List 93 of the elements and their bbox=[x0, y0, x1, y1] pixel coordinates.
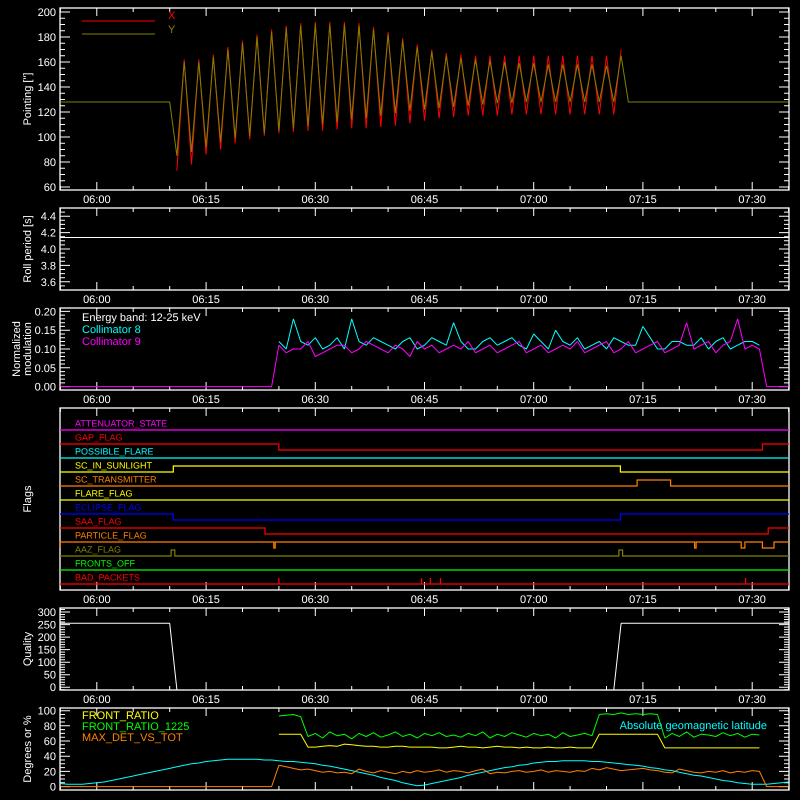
tick-label: 06:00 bbox=[83, 194, 111, 206]
tick-label: 0 bbox=[50, 782, 56, 794]
tick-label: 06:30 bbox=[302, 294, 330, 306]
tick-label: 0 bbox=[50, 682, 56, 694]
tick-label: 100 bbox=[38, 657, 56, 670]
tick-label: 07:15 bbox=[629, 594, 657, 606]
tick-label: 06:00 bbox=[83, 694, 111, 706]
axis-title: Degrees or % bbox=[22, 715, 34, 783]
tick-label: 100 bbox=[38, 132, 56, 144]
tick-label: 07:30 bbox=[738, 694, 766, 706]
tick-label: 07:15 bbox=[629, 394, 657, 406]
flag-label: POSSIBLE_FLARE bbox=[75, 446, 154, 456]
tick-label: 07:00 bbox=[520, 194, 548, 206]
tick-label: 100 bbox=[38, 706, 56, 718]
tick-label: 06:45 bbox=[410, 594, 438, 606]
tick-label: 06:45 bbox=[410, 294, 438, 306]
tick-label: 07:30 bbox=[738, 594, 766, 606]
tick-label: 80 bbox=[44, 157, 56, 169]
tick-label: 06:15 bbox=[192, 594, 220, 606]
flag-label: ECLIPSE_FLAG bbox=[75, 502, 142, 512]
tick-label: 07:30 bbox=[738, 294, 766, 306]
legend-label: FRONT_RATIO bbox=[82, 710, 159, 722]
flag-label: SC_TRANSMITTER bbox=[75, 474, 157, 484]
tick-label: 06:30 bbox=[302, 394, 330, 406]
tick-label: 180 bbox=[38, 32, 56, 44]
tick-label: 150 bbox=[38, 644, 56, 657]
tick-label: 07:00 bbox=[520, 394, 548, 406]
tick-label: 0.10 bbox=[34, 344, 56, 356]
tick-label: 06:45 bbox=[410, 394, 438, 406]
tick-label: 250 bbox=[38, 620, 56, 632]
flag-label: BAD_PACKETS bbox=[75, 572, 140, 582]
flag-label: PARTICLE_FLAG bbox=[75, 530, 147, 540]
tick-label: 60 bbox=[44, 182, 56, 194]
legend-label: MAX_DET_VS_TOT bbox=[82, 732, 183, 744]
tick-label: 0.05 bbox=[34, 362, 56, 375]
legend-label: FRONT_RATIO_1225 bbox=[82, 721, 190, 733]
legend-label: Collimator 9 bbox=[82, 336, 141, 348]
line-series bbox=[278, 318, 760, 350]
flag-label: FLARE_FLAG bbox=[75, 488, 133, 498]
tick-label: 3.6 bbox=[40, 276, 56, 289]
tick-label: 06:15 bbox=[192, 394, 220, 406]
tick-label: 4.2 bbox=[40, 228, 56, 240]
tick-label: 06:00 bbox=[83, 294, 111, 306]
tick-label: 07:00 bbox=[520, 694, 548, 706]
tick-label: 06:30 bbox=[302, 594, 330, 606]
tick-label: 07:15 bbox=[629, 294, 657, 306]
flag-label: SC_IN_SUNLIGHT bbox=[75, 460, 152, 470]
tick-label: 20 bbox=[44, 766, 56, 778]
flag-label: SAA_FLAG bbox=[75, 516, 122, 526]
flag-label: FRONTS_OFF bbox=[75, 558, 135, 568]
tick-label: 07:30 bbox=[738, 394, 766, 406]
legend-label: X bbox=[168, 10, 176, 22]
tick-label: 06:45 bbox=[410, 694, 438, 706]
tick-label: 06:15 bbox=[192, 194, 220, 206]
tick-label: 06:30 bbox=[302, 694, 330, 706]
tick-label: 80 bbox=[44, 720, 56, 733]
flag-label: ATTENUATOR_STATE bbox=[75, 418, 168, 428]
tick-label: 200 bbox=[38, 632, 56, 644]
energy-band-label: Energy band: 12-25 keV bbox=[82, 312, 201, 324]
tick-label: 06:15 bbox=[192, 694, 220, 706]
tick-label: 60 bbox=[44, 736, 56, 748]
tick-label: 4.0 bbox=[40, 244, 56, 256]
tick-label: 0.00 bbox=[34, 382, 56, 394]
tick-label: 0.20 bbox=[34, 306, 56, 318]
axis-title: Quality bbox=[22, 632, 34, 666]
flag-label: GAP_FLAG bbox=[75, 432, 123, 442]
tick-label: 300 bbox=[38, 607, 56, 619]
tick-label: 07:15 bbox=[629, 694, 657, 706]
tick-label: 40 bbox=[44, 751, 56, 764]
tick-label: 06:00 bbox=[83, 394, 111, 406]
tick-label: 06:15 bbox=[192, 294, 220, 306]
tick-label: 07:00 bbox=[520, 594, 548, 606]
tick-label: 4.4 bbox=[40, 211, 56, 224]
tick-label: 06:00 bbox=[83, 594, 111, 606]
tick-label: 200 bbox=[38, 7, 56, 19]
axis-title: Flags bbox=[22, 486, 34, 512]
tick-label: 06:45 bbox=[410, 194, 438, 206]
tick-label: 140 bbox=[38, 82, 56, 94]
legend-label: Collimator 8 bbox=[82, 324, 141, 336]
tick-label: 3.8 bbox=[40, 260, 56, 272]
axis-title: Pointing ["] bbox=[22, 72, 34, 126]
tick-label: 07:30 bbox=[738, 194, 766, 206]
legend-label: Y bbox=[168, 24, 176, 36]
tick-label: 07:15 bbox=[629, 194, 657, 206]
tick-label: 0.15 bbox=[34, 325, 56, 338]
tick-label: 50 bbox=[44, 670, 56, 682]
flag-label: AAZ_FLAG bbox=[75, 544, 122, 554]
tick-label: 160 bbox=[38, 57, 56, 69]
tick-label: 07:00 bbox=[520, 294, 548, 306]
axis-title: Normalized modulation bbox=[11, 321, 34, 377]
tick-label: 06:30 bbox=[302, 194, 330, 206]
tick-label: 120 bbox=[38, 107, 56, 119]
axis-title: Roll period [s] bbox=[22, 215, 34, 283]
